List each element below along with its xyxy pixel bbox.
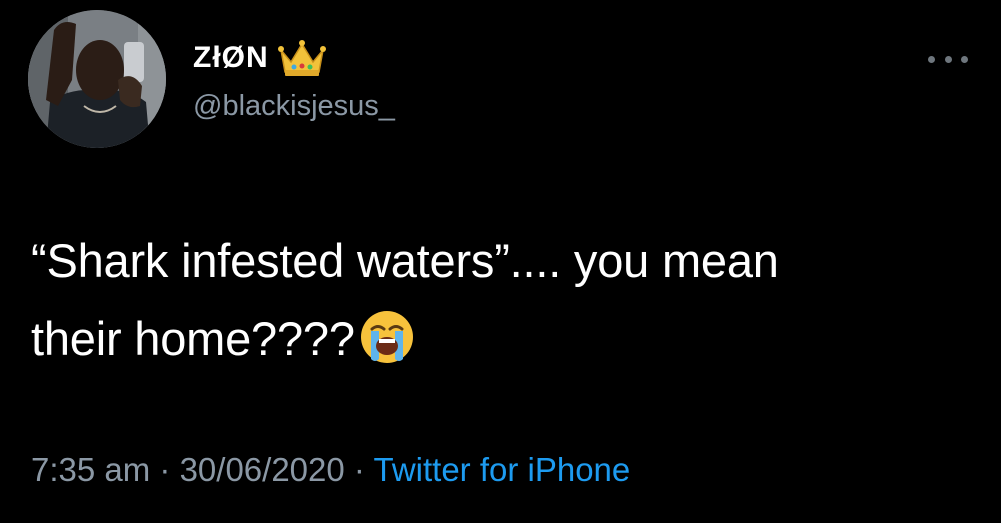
more-options-icon[interactable] xyxy=(928,52,968,66)
meta-separator: · xyxy=(150,451,180,488)
tweet-text-line: their home???? xyxy=(31,312,355,365)
more-dot xyxy=(961,55,968,63)
tweet-meta: 7:35 am · 30/06/2020 · Twitter for iPhon… xyxy=(31,448,630,492)
tweet-text-line-2: their home???? xyxy=(31,300,971,378)
avatar[interactable] xyxy=(28,10,166,148)
tweet-date[interactable]: 30/06/2020 xyxy=(180,451,345,488)
tweet-text-line: “Shark infested waters”.... you mean xyxy=(31,234,779,287)
crown-icon xyxy=(277,40,326,76)
user-handle[interactable]: @blackisjesus_ xyxy=(193,92,395,121)
more-dot xyxy=(928,55,935,63)
more-dot xyxy=(944,55,952,63)
tweet-source-link[interactable]: Twitter for iPhone xyxy=(373,451,630,488)
display-name[interactable]: ZłØN xyxy=(193,43,269,73)
tweet-card: ZłØN @blackisjesus_ “Shark infested wate… xyxy=(0,0,1001,523)
tweet-text: “Shark infested waters”.... you mean the… xyxy=(31,222,971,378)
tweet-time[interactable]: 7:35 am xyxy=(31,451,150,488)
display-name-row[interactable]: ZłØN xyxy=(193,36,327,80)
avatar-photo xyxy=(28,10,166,148)
meta-separator: · xyxy=(344,451,374,488)
loudly-crying-face-icon xyxy=(360,311,413,363)
